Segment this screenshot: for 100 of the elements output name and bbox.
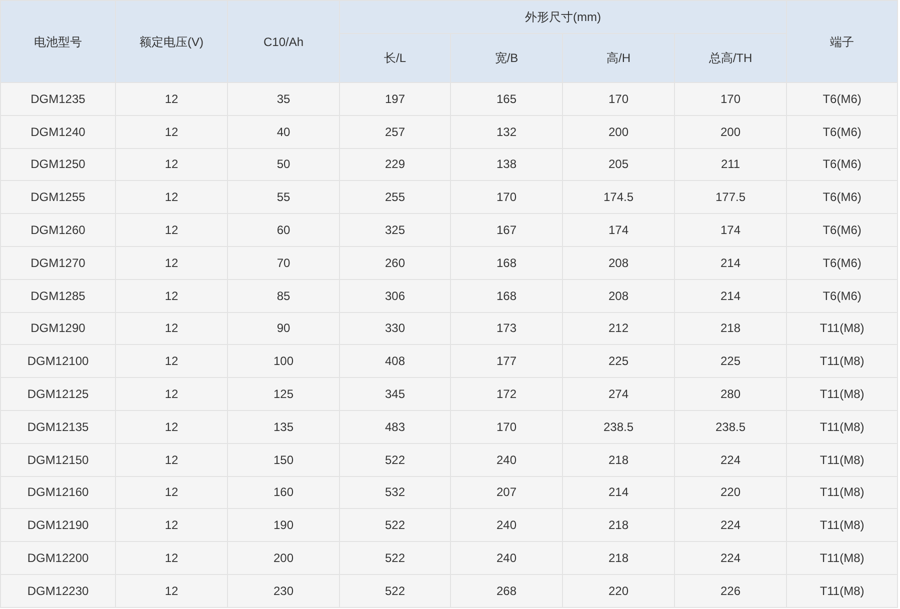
table-cell: 325 (340, 214, 450, 246)
table-cell: T6(M6) (786, 115, 898, 148)
table-cell: 173 (450, 312, 562, 345)
table-cell: 12 (116, 148, 228, 181)
table-cell: 168 (450, 279, 562, 312)
table-cell: 197 (340, 82, 450, 116)
table-cell: DGM1255 (0, 180, 116, 214)
table-cell: DGM12160 (0, 476, 116, 509)
table-cell: 170 (450, 410, 562, 444)
table-cell: 211 (674, 148, 787, 181)
table-cell: 168 (450, 246, 562, 280)
table-cell: DGM1285 (0, 279, 116, 312)
table-cell: 208 (562, 246, 674, 280)
table-cell: 212 (562, 312, 674, 345)
table-cell: 70 (228, 246, 340, 280)
table-cell: 85 (228, 279, 340, 312)
table-cell: 150 (228, 443, 340, 476)
table-cell: DGM1260 (0, 214, 116, 246)
table-cell: 208 (562, 279, 674, 312)
table-cell: 55 (228, 180, 340, 214)
table-cell: 35 (228, 82, 340, 116)
table-cell: 12 (116, 214, 228, 246)
table-cell: 238.5 (562, 410, 674, 444)
table-cell: 218 (562, 443, 674, 476)
table-cell: T11(M8) (786, 542, 898, 574)
column-header: C10/Ah (228, 0, 340, 82)
table-cell: 220 (562, 574, 674, 608)
table-cell: 218 (674, 312, 787, 345)
table-cell: 218 (562, 508, 674, 542)
table-cell: 125 (228, 378, 340, 410)
table-cell: 240 (450, 443, 562, 476)
table-cell: 200 (562, 115, 674, 148)
table-cell: 522 (340, 542, 450, 574)
table-cell: 205 (562, 148, 674, 181)
table-cell: 214 (674, 279, 787, 312)
table-cell: DGM1250 (0, 148, 116, 181)
table-cell: T6(M6) (786, 82, 898, 116)
table-cell: 170 (674, 82, 787, 116)
table-cell: 214 (562, 476, 674, 509)
column-header: 额定电压(V) (116, 0, 228, 82)
table-cell: 132 (450, 115, 562, 148)
table-cell: 522 (340, 443, 450, 476)
table-cell: 345 (340, 378, 450, 410)
table-cell: DGM12100 (0, 344, 116, 378)
table-cell: T11(M8) (786, 508, 898, 542)
table-cell: 170 (562, 82, 674, 116)
table-cell: 174.5 (562, 180, 674, 214)
table-cell: 160 (228, 476, 340, 509)
table-cell: 240 (450, 542, 562, 574)
table-cell: DGM12150 (0, 443, 116, 476)
table-cell: T11(M8) (786, 344, 898, 378)
table-cell: DGM12190 (0, 508, 116, 542)
table-cell: T11(M8) (786, 312, 898, 345)
table-cell: DGM12125 (0, 378, 116, 410)
table-cell: T11(M8) (786, 476, 898, 509)
table-cell: 218 (562, 542, 674, 574)
table-cell: 257 (340, 115, 450, 148)
table-cell: 330 (340, 312, 450, 345)
table-cell: 12 (116, 246, 228, 280)
table-cell: 138 (450, 148, 562, 181)
table-cell: 60 (228, 214, 340, 246)
table-cell: DGM1235 (0, 82, 116, 116)
table-cell: DGM1270 (0, 246, 116, 280)
table-cell: 12 (116, 378, 228, 410)
table-cell: 274 (562, 378, 674, 410)
table-cell: 12 (116, 508, 228, 542)
table-cell: 224 (674, 508, 787, 542)
table-cell: 12 (116, 82, 228, 116)
table-cell: 408 (340, 344, 450, 378)
table-cell: 220 (674, 476, 787, 509)
table-cell: 100 (228, 344, 340, 378)
table-cell: 224 (674, 443, 787, 476)
table-cell: 280 (674, 378, 787, 410)
table-cell: 522 (340, 574, 450, 608)
table-cell: 12 (116, 542, 228, 574)
table-cell: 522 (340, 508, 450, 542)
table-cell: T6(M6) (786, 148, 898, 181)
table-cell: DGM12230 (0, 574, 116, 608)
table-cell: 207 (450, 476, 562, 509)
column-header: 高/H (562, 34, 674, 82)
table-cell: 224 (674, 542, 787, 574)
table-cell: T6(M6) (786, 214, 898, 246)
table-cell: DGM1290 (0, 312, 116, 345)
table-cell: 177 (450, 344, 562, 378)
table-cell: 40 (228, 115, 340, 148)
table-cell: 170 (450, 180, 562, 214)
table-cell: 240 (450, 508, 562, 542)
table-cell: 90 (228, 312, 340, 345)
table-cell: 12 (116, 476, 228, 509)
table-cell: 190 (228, 508, 340, 542)
table-cell: DGM12135 (0, 410, 116, 444)
table-cell: DGM12200 (0, 542, 116, 574)
column-header: 电池型号 (0, 0, 116, 82)
table-cell: 12 (116, 312, 228, 345)
table-cell: T11(M8) (786, 410, 898, 444)
table-cell: T11(M8) (786, 443, 898, 476)
table-cell: 238.5 (674, 410, 787, 444)
table-cell: 50 (228, 148, 340, 181)
table-cell: 200 (228, 542, 340, 574)
table-cell: DGM1240 (0, 115, 116, 148)
